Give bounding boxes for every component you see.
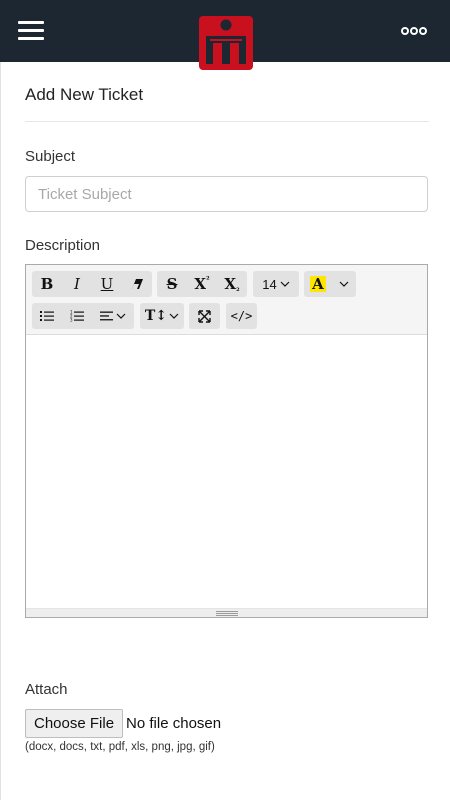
highlight-letter: A [310,275,326,293]
unordered-list-icon [40,311,54,321]
color-dropdown-button[interactable] [332,271,356,297]
strikethrough-button[interactable]: S [157,271,187,297]
subscript-small: ₂ [236,283,240,293]
subject-input[interactable] [25,176,428,212]
align-left-icon [100,311,113,321]
title-divider [25,121,429,122]
description-text-area[interactable] [26,336,427,609]
line-height-dropdown[interactable]: T↕ [140,303,184,329]
hamburger-menu-icon[interactable] [18,20,44,42]
fullscreen-icon [198,309,211,323]
bold-button[interactable]: B [32,271,62,297]
line-height-icon: T↕ [144,308,168,324]
subscript-button[interactable]: X₂ [217,271,247,297]
file-input: Choose File No file chosen [25,708,221,738]
more-options-icon[interactable] [399,24,429,38]
subject-label: Subject [25,148,76,165]
eraser-icon [132,279,143,289]
description-editor: B I U S X² X₂ 14 A 1 2 3 T↕ </> [25,264,428,618]
font-size-value: 14 [262,276,277,292]
code-view-label: </> [230,309,253,323]
paragraph-group: 1 2 3 [32,303,134,329]
top-bar [0,0,450,70]
italic-button[interactable]: I [62,271,92,297]
font-size-dropdown[interactable]: 14 [253,271,299,297]
editor-resize-handle[interactable] [26,608,427,617]
description-label: Description [25,237,101,254]
subscript-main: X [224,275,237,293]
chevron-down-icon [339,281,349,287]
text-color-button[interactable]: A [304,271,332,297]
clear-format-button[interactable] [122,271,152,297]
chevron-down-icon [280,281,290,287]
fullscreen-button[interactable] [189,303,220,329]
align-dropdown-button[interactable] [92,303,134,329]
superscript-small: ² [206,274,210,284]
unordered-list-button[interactable] [32,303,62,329]
color-picker-group: A [304,271,356,297]
choose-file-button[interactable]: Choose File [25,708,124,738]
code-view-button[interactable]: </> [226,303,257,329]
editor-toolbar: B I U S X² X₂ 14 A 1 2 3 T↕ </> [26,265,427,335]
font-style-group: B I U [32,271,152,297]
svg-text:3: 3 [70,318,73,323]
ordered-list-button[interactable]: 1 2 3 [62,303,92,329]
superscript-button[interactable]: X² [187,271,217,297]
superscript-main: X [194,275,207,293]
chevron-down-icon [169,313,179,319]
ordered-list-icon: 1 2 3 [70,310,84,322]
allowed-file-types: (docx, docs, txt, pdf, xls, png, jpg, gi… [25,741,215,753]
chevron-down-icon [116,313,126,319]
file-status: No file chosen [126,714,222,732]
attach-label: Attach [25,681,68,698]
underline-button[interactable]: U [92,271,122,297]
text-effects-group: S X² X₂ [157,271,247,297]
page-title: Add New Ticket [25,85,144,104]
main-content: Add New Ticket Subject Description B I U… [0,62,450,800]
